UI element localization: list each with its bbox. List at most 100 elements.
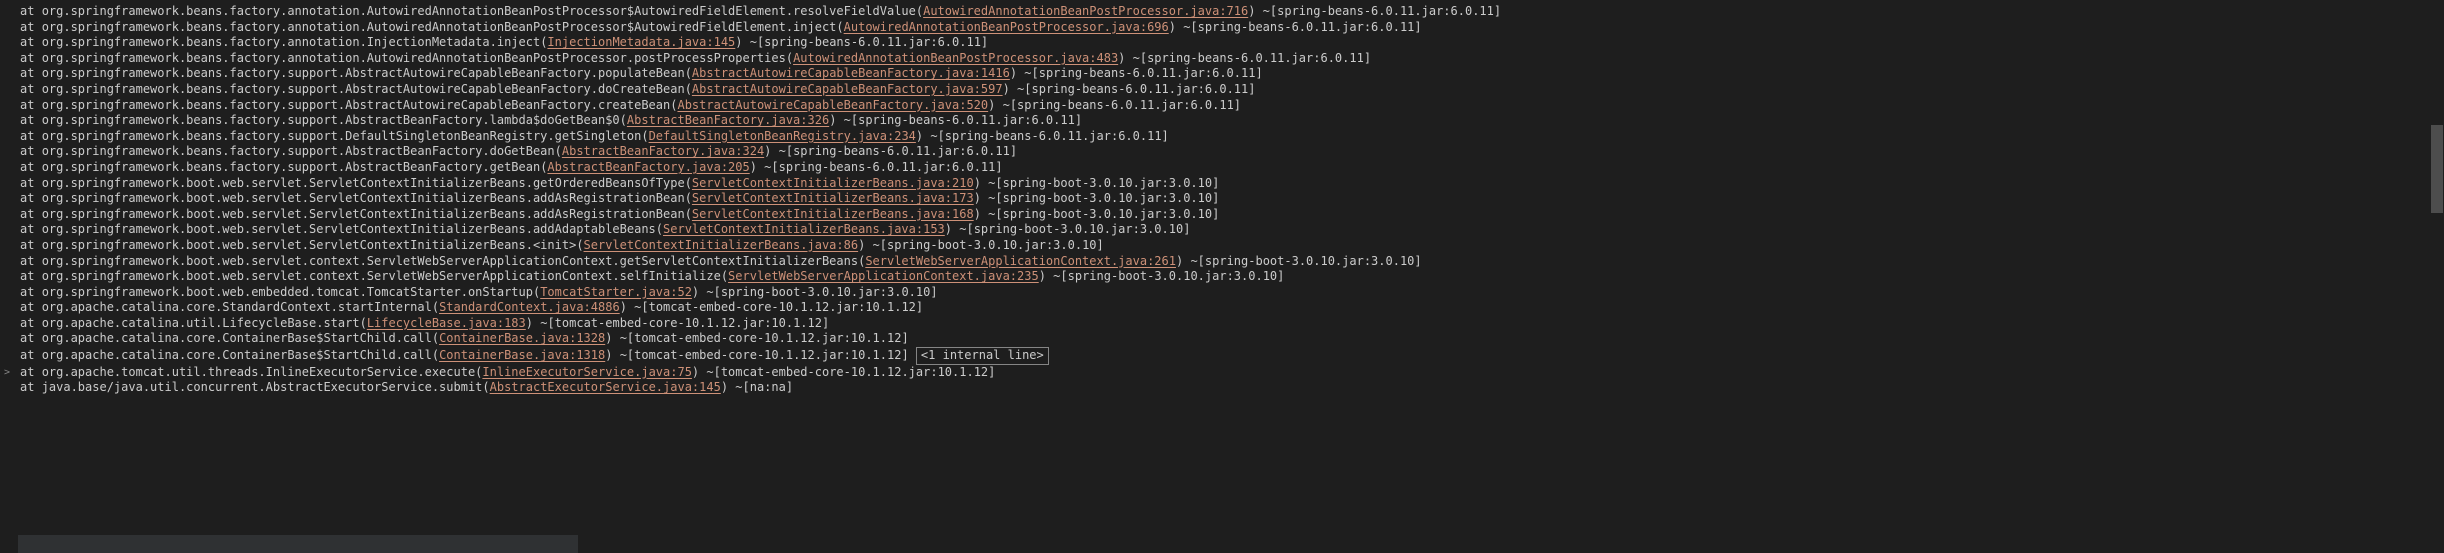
jar-info: ~[spring-beans-6.0.11.jar:6.0.11] — [1176, 20, 1422, 34]
paren-close: ) — [735, 35, 742, 49]
frame-qualified-name: org.springframework.beans.factory.suppor… — [42, 98, 671, 112]
frame-qualified-name: org.springframework.beans.factory.suppor… — [42, 129, 642, 143]
source-link[interactable]: AbstractBeanFactory.java:205 — [547, 160, 749, 174]
source-link[interactable]: TomcatStarter.java:52 — [540, 285, 692, 299]
frame-prefix: at — [20, 269, 42, 283]
stack-frame: at org.springframework.beans.factory.sup… — [20, 144, 1509, 160]
source-link[interactable]: AutowiredAnnotationBeanPostProcessor.jav… — [923, 4, 1248, 18]
frame-prefix: at — [20, 191, 42, 205]
paren-open: ( — [482, 380, 489, 394]
frame-prefix: at — [20, 160, 42, 174]
jar-info: ~[spring-boot-3.0.10.jar:3.0.10] — [952, 222, 1190, 236]
source-link[interactable]: InlineExecutorService.java:75 — [482, 365, 692, 379]
frame-prefix: at — [20, 254, 42, 268]
jar-info: ~[tomcat-embed-core-10.1.12.jar:10.1.12] — [612, 331, 908, 345]
paren-close: ) — [721, 380, 728, 394]
frame-prefix: at — [20, 129, 42, 143]
jar-info: ~[spring-boot-3.0.10.jar:3.0.10] — [865, 238, 1103, 252]
jar-info: ~[spring-beans-6.0.11.jar:6.0.11] — [1010, 82, 1256, 96]
frame-qualified-name: org.springframework.boot.web.servlet.Ser… — [42, 191, 685, 205]
jar-info: ~[spring-beans-6.0.11.jar:6.0.11] — [1125, 51, 1371, 65]
source-link[interactable]: AbstractAutowireCapableBeanFactory.java:… — [692, 66, 1010, 80]
internal-lines-badge[interactable]: <1 internal line> — [916, 347, 1049, 365]
frame-qualified-name: org.springframework.beans.factory.suppor… — [42, 113, 620, 127]
expand-fold-arrow-icon[interactable]: > — [4, 366, 10, 379]
paren-close: ) — [974, 191, 981, 205]
source-link[interactable]: AbstractAutowireCapableBeanFactory.java:… — [677, 98, 988, 112]
source-link[interactable]: AutowiredAnnotationBeanPostProcessor.jav… — [844, 20, 1169, 34]
jar-info: ~[spring-beans-6.0.11.jar:6.0.11] — [771, 144, 1017, 158]
frame-prefix: at — [20, 35, 42, 49]
source-link[interactable]: StandardContext.java:4886 — [439, 300, 620, 314]
jar-info: ~[tomcat-embed-core-10.1.12.jar:10.1.12] — [612, 348, 908, 362]
jar-info: ~[tomcat-embed-core-10.1.12.jar:10.1.12] — [627, 300, 923, 314]
stack-frame: at org.springframework.beans.factory.ann… — [20, 20, 1509, 36]
source-link[interactable]: LifecycleBase.java:183 — [367, 316, 526, 330]
frame-prefix: at — [20, 331, 42, 345]
frame-qualified-name: org.springframework.beans.factory.suppor… — [42, 160, 541, 174]
frame-qualified-name: org.springframework.beans.factory.annota… — [42, 4, 916, 18]
frame-qualified-name: org.springframework.beans.factory.suppor… — [42, 82, 685, 96]
source-link[interactable]: ServletContextInitializerBeans.java:86 — [584, 238, 859, 252]
frame-qualified-name: org.springframework.beans.factory.annota… — [42, 35, 541, 49]
source-link[interactable]: ServletContextInitializerBeans.java:153 — [663, 222, 945, 236]
frame-prefix: at — [20, 4, 42, 18]
jar-info: ~[spring-beans-6.0.11.jar:6.0.11] — [757, 160, 1003, 174]
frame-qualified-name: org.springframework.boot.web.servlet.con… — [42, 269, 721, 283]
jar-info: ~[spring-boot-3.0.10.jar:3.0.10] — [981, 176, 1219, 190]
frame-qualified-name: org.springframework.boot.web.servlet.Ser… — [42, 238, 577, 252]
paren-open: ( — [836, 20, 843, 34]
source-link[interactable]: DefaultSingletonBeanRegistry.java:234 — [649, 129, 916, 143]
jar-info: ~[tomcat-embed-core-10.1.12.jar:10.1.12] — [699, 365, 995, 379]
frame-prefix: at — [20, 51, 42, 65]
jar-info: ~[spring-beans-6.0.11.jar:6.0.11] — [836, 113, 1082, 127]
source-link[interactable]: ContainerBase.java:1328 — [439, 331, 605, 345]
source-link[interactable]: ServletContextInitializerBeans.java:168 — [692, 207, 974, 221]
stack-frame: at org.springframework.beans.factory.sup… — [20, 160, 1509, 176]
frame-qualified-name: org.springframework.boot.web.embedded.to… — [42, 285, 533, 299]
stack-frame: at org.springframework.boot.web.servlet.… — [20, 254, 1509, 270]
jar-info: ~[na:na] — [728, 380, 793, 394]
frame-qualified-name: org.springframework.boot.web.servlet.Ser… — [42, 207, 685, 221]
frame-prefix: at — [20, 66, 42, 80]
frame-prefix: at — [20, 300, 42, 314]
jar-info: ~[spring-boot-3.0.10.jar:3.0.10] — [981, 191, 1219, 205]
jar-info: ~[spring-beans-6.0.11.jar:6.0.11] — [743, 35, 989, 49]
paren-open: ( — [432, 348, 439, 362]
jar-info: ~[spring-boot-3.0.10.jar:3.0.10] — [699, 285, 937, 299]
console-viewport: > at org.springframework.beans.factory.a… — [0, 0, 2444, 553]
frame-prefix: at — [20, 82, 42, 96]
jar-info: ~[spring-boot-3.0.10.jar:3.0.10] — [1183, 254, 1421, 268]
frame-qualified-name: org.springframework.boot.web.servlet.Ser… — [42, 222, 656, 236]
source-link[interactable]: ServletWebServerApplicationContext.java:… — [728, 269, 1039, 283]
frame-qualified-name: org.springframework.boot.web.servlet.con… — [42, 254, 858, 268]
source-link[interactable]: AbstractBeanFactory.java:326 — [627, 113, 829, 127]
paren-open: ( — [432, 331, 439, 345]
stack-frame: at org.apache.tomcat.util.threads.Inline… — [20, 365, 1509, 381]
source-link[interactable]: AbstractBeanFactory.java:324 — [562, 144, 764, 158]
paren-open: ( — [685, 207, 692, 221]
source-link[interactable]: ContainerBase.java:1318 — [439, 348, 605, 362]
source-link[interactable]: AbstractAutowireCapableBeanFactory.java:… — [692, 82, 1003, 96]
paren-open: ( — [786, 51, 793, 65]
paren-close: ) — [1010, 66, 1017, 80]
stack-frame: at org.springframework.boot.web.servlet.… — [20, 238, 1509, 254]
source-link[interactable]: ServletContextInitializerBeans.java:173 — [692, 191, 974, 205]
source-link[interactable]: ServletContextInitializerBeans.java:210 — [692, 176, 974, 190]
source-link[interactable]: AutowiredAnnotationBeanPostProcessor.jav… — [793, 51, 1118, 65]
frame-qualified-name: org.springframework.beans.factory.suppor… — [42, 66, 685, 80]
source-link[interactable]: InjectionMetadata.java:145 — [547, 35, 735, 49]
frame-qualified-name: org.apache.catalina.core.StandardContext… — [42, 300, 432, 314]
source-link[interactable]: AbstractExecutorService.java:145 — [490, 380, 721, 394]
frame-qualified-name: org.springframework.beans.factory.suppor… — [42, 144, 555, 158]
stack-frame: at org.springframework.beans.factory.sup… — [20, 98, 1509, 114]
jar-info: ~[spring-boot-3.0.10.jar:3.0.10] — [981, 207, 1219, 221]
frame-prefix: at — [20, 316, 42, 330]
scrollbar-track[interactable] — [2430, 0, 2444, 553]
source-link[interactable]: ServletWebServerApplicationContext.java:… — [865, 254, 1176, 268]
frame-qualified-name: org.springframework.beans.factory.annota… — [42, 51, 786, 65]
paren-open: ( — [685, 176, 692, 190]
paren-close: ) — [526, 316, 533, 330]
paren-close: ) — [1039, 269, 1046, 283]
scrollbar-thumb[interactable] — [2431, 125, 2443, 213]
